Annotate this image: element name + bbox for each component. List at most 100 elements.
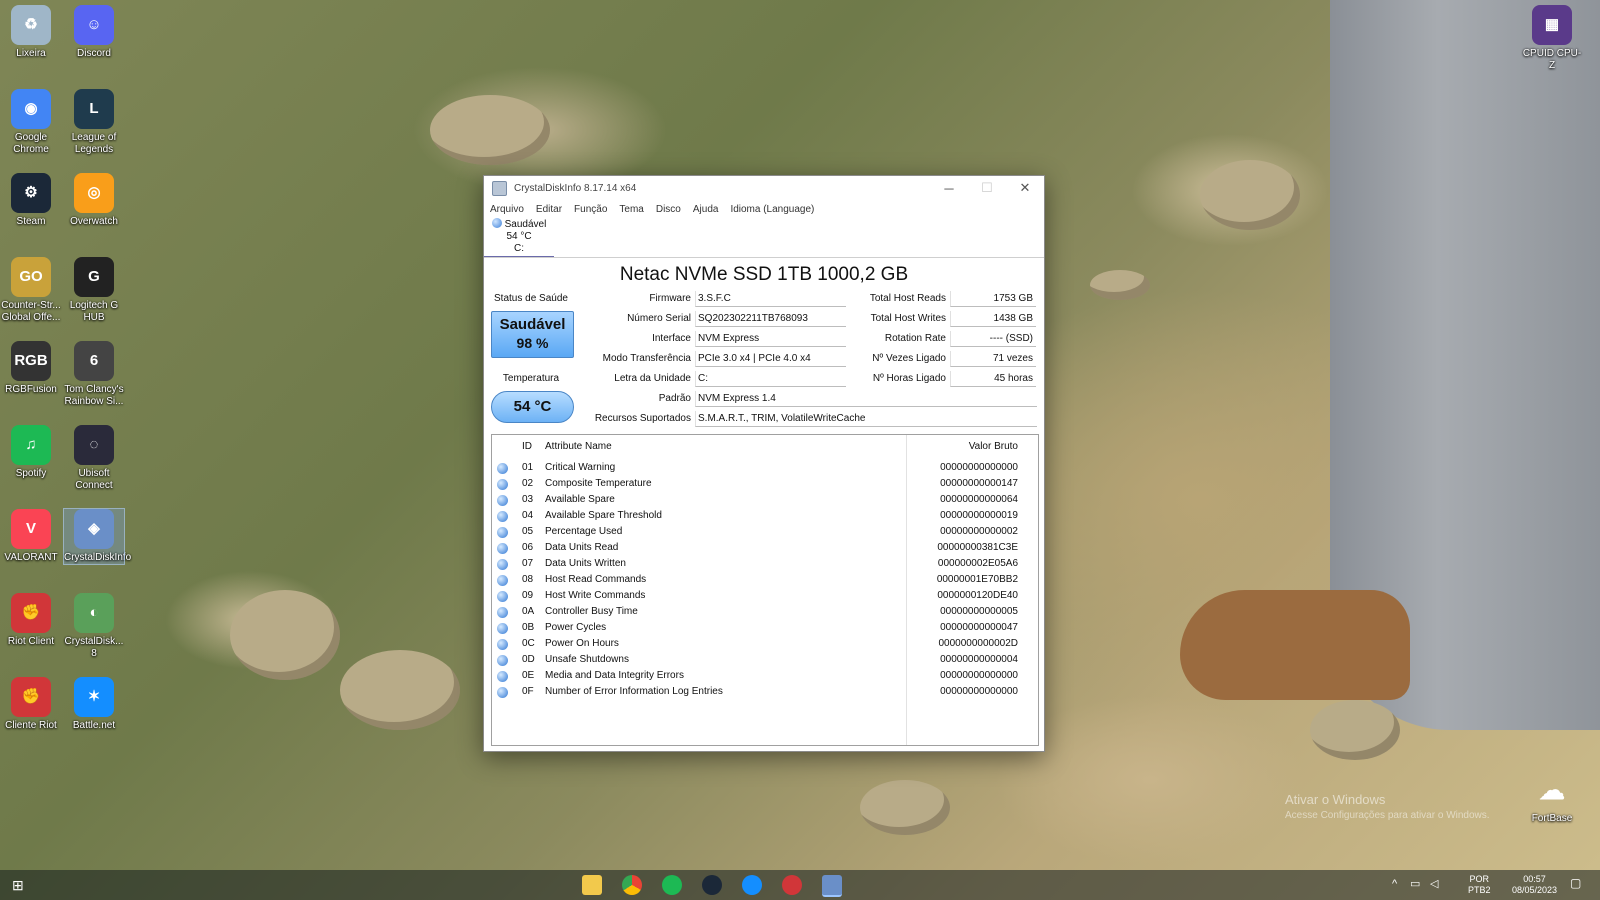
input-language[interactable]: POR PTB2	[1468, 874, 1491, 896]
cloud-icon: ☁	[1539, 775, 1565, 805]
desktop-icon[interactable]: ♻ Lixeira	[1, 5, 61, 60]
volume-icon[interactable]: ◁	[1430, 879, 1438, 890]
temperature-label: Temperatura	[502, 373, 560, 384]
desktop-icon[interactable]: ✊ Cliente Riot	[1, 677, 61, 732]
desktop-icon[interactable]: G Logitech G HUB	[64, 257, 124, 324]
desktop-icon[interactable]: ◎ Overwatch	[64, 173, 124, 228]
menu-disco[interactable]: Disco	[656, 204, 681, 215]
attribute-name: Number of Error Information Log Entries	[545, 686, 723, 697]
table-row[interactable]: 0F Number of Error Information Log Entrie…	[492, 684, 1038, 700]
status-dot-icon	[497, 463, 508, 474]
table-row[interactable]: 06 Data Units Read 00000000381C3E	[492, 540, 1038, 556]
table-row[interactable]: 0D Unsafe Shutdowns 00000000000004	[492, 652, 1038, 668]
attribute-id: 06	[522, 542, 534, 553]
attribute-name: Host Read Commands	[545, 574, 647, 585]
steam-icon: ⚙	[11, 173, 51, 213]
spotify-icon[interactable]	[662, 875, 682, 895]
riot-icon[interactable]	[782, 875, 802, 895]
network-icon[interactable]: ▭	[1410, 879, 1420, 890]
notification-icon[interactable]: ▢	[1570, 877, 1581, 889]
menu-idioma[interactable]: Idioma (Language)	[730, 204, 814, 215]
desktop-icon[interactable]: ◐ CrystalDisk... 8	[64, 593, 124, 660]
title-bar[interactable]: CrystalDiskInfo 8.17.14 x64 ─ ☐ ✕	[484, 176, 1044, 200]
table-row[interactable]: 07 Data Units Written 000000002E05A6	[492, 556, 1038, 572]
menu-funcao[interactable]: Função	[574, 204, 607, 215]
desktop-icon-cpuz[interactable]: ▦ CPUID CPU-Z	[1522, 5, 1582, 72]
recycle-bin-icon: ♻	[11, 5, 51, 45]
menu-tema[interactable]: Tema	[619, 204, 643, 215]
table-row[interactable]: 01 Critical Warning 00000000000000	[492, 460, 1038, 476]
attribute-id: 0A	[522, 606, 535, 617]
app-icon	[492, 180, 507, 196]
health-percent-value: 98 %	[516, 335, 549, 351]
features-label: Recursos Suportados	[594, 413, 691, 424]
rotation-rate-label: Rotation Rate	[884, 333, 946, 344]
attribute-id: 01	[522, 462, 534, 473]
crystaldiskinfo-icon[interactable]	[822, 875, 842, 897]
desktop-icon[interactable]: 6 Tom Clancy's Rainbow Si...	[64, 341, 124, 408]
desktop-icon[interactable]: ✶ Battle.net	[64, 677, 124, 732]
desktop-icon-fortbase[interactable]: ☁ FortBase	[1522, 770, 1582, 825]
table-row[interactable]: 0C Power On Hours 0000000000002D	[492, 636, 1038, 652]
desktop-icon[interactable]: ◈ CrystalDiskInfo	[63, 508, 131, 565]
table-row[interactable]: 0B Power Cycles 00000000000047	[492, 620, 1038, 636]
battlenet-icon[interactable]	[742, 875, 762, 895]
attribute-name: Unsafe Shutdowns	[545, 654, 629, 665]
chrome-icon[interactable]	[622, 875, 642, 895]
header-id[interactable]: ID	[522, 441, 532, 452]
maximize-button[interactable]: ☐	[968, 176, 1006, 200]
attribute-raw-value: 00000000000047	[940, 622, 1018, 633]
status-dot-icon	[497, 479, 508, 490]
attribute-raw-value: 00000000381C3E	[937, 542, 1018, 553]
desktop-icon[interactable]: V VALORANT	[1, 509, 61, 564]
background-rock	[230, 590, 340, 680]
file-explorer-icon[interactable]	[582, 875, 602, 895]
taskbar: ⊞ ^ ▭ ◁ POR PTB2 00:57 08/05/2023 ▢	[0, 870, 1600, 900]
table-row[interactable]: 08 Host Read Commands 00000001E70BB2	[492, 572, 1038, 588]
desktop-icon[interactable]: RGB RGBFusion	[1, 341, 61, 396]
desktop-icon[interactable]: ◉ Google Chrome	[1, 89, 61, 156]
table-row[interactable]: 0A Controller Busy Time 00000000000005	[492, 604, 1038, 620]
table-row[interactable]: 05 Percentage Used 00000000000002	[492, 524, 1038, 540]
table-row[interactable]: 03 Available Spare 00000000000064	[492, 492, 1038, 508]
status-dot-icon	[497, 607, 508, 618]
overwatch-icon: ◎	[74, 173, 114, 213]
header-attribute-name[interactable]: Attribute Name	[545, 441, 612, 452]
close-button[interactable]: ✕	[1006, 176, 1044, 200]
background-rock	[860, 780, 950, 835]
desktop-icon[interactable]: GO Counter-Str... Global Offe...	[1, 257, 61, 324]
desktop-icon[interactable]: ◌ Ubisoft Connect	[64, 425, 124, 492]
discord-icon: ☺	[74, 5, 114, 45]
table-row[interactable]: 09 Host Write Commands 0000000120DE40	[492, 588, 1038, 604]
attribute-name: Host Write Commands	[545, 590, 646, 601]
status-dot-icon	[497, 639, 508, 650]
firmware-value: 3.S.F.C	[695, 291, 846, 307]
menu-arquivo[interactable]: Arquivo	[490, 204, 524, 215]
crystaldiskmark-icon: ◐	[74, 593, 114, 633]
interface-value: NVM Express	[695, 331, 846, 347]
steam-icon[interactable]	[702, 875, 722, 895]
table-row[interactable]: 02 Composite Temperature 00000000000147	[492, 476, 1038, 492]
desktop-icon[interactable]: ⚙ Steam	[1, 173, 61, 228]
windows-start-icon[interactable]: ⊞	[12, 878, 26, 892]
smart-attribute-table[interactable]: ID Attribute Name Valor Bruto 01 Critical…	[491, 434, 1039, 746]
header-raw-value[interactable]: Valor Bruto	[969, 441, 1018, 452]
power-hours-label: Nº Horas Ligado	[872, 373, 946, 384]
health-status-button[interactable]: Saudável 98 %	[491, 311, 574, 358]
menu-editar[interactable]: Editar	[536, 204, 562, 215]
table-row[interactable]: 0E Media and Data Integrity Errors 0000000…	[492, 668, 1038, 684]
drive-tab-c[interactable]: Saudável 54 °C C:	[484, 218, 554, 258]
minimize-button[interactable]: ─	[930, 176, 968, 200]
table-row[interactable]: 04 Available Spare Threshold 0000000000001…	[492, 508, 1038, 524]
menu-ajuda[interactable]: Ajuda	[693, 204, 719, 215]
attribute-name: Critical Warning	[545, 462, 616, 473]
desktop-icon[interactable]: L League of Legends	[64, 89, 124, 156]
riot-icon: ✊	[11, 677, 51, 717]
tray-chevron-icon[interactable]: ^	[1392, 879, 1397, 890]
clock[interactable]: 00:57 08/05/2023	[1512, 874, 1557, 896]
interface-label: Interface	[652, 333, 691, 344]
desktop-icon[interactable]: ♫ Spotify	[1, 425, 61, 480]
desktop-icon[interactable]: ☺ Discord	[64, 5, 124, 60]
desktop-icon[interactable]: ✊ Riot Client	[1, 593, 61, 648]
attribute-raw-value: 00000000000000	[940, 670, 1018, 681]
